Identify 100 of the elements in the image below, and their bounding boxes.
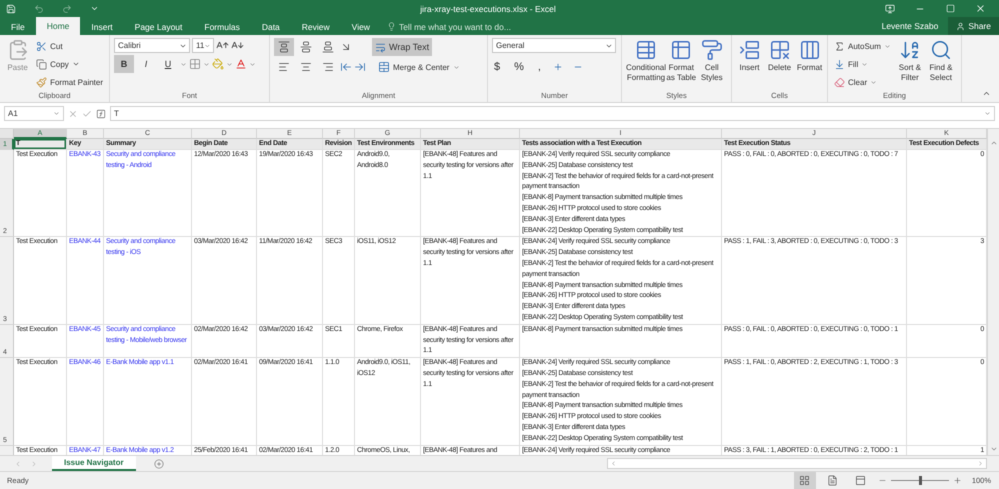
name-box[interactable]: A1 xyxy=(4,106,64,121)
increase-indent-icon xyxy=(354,61,366,73)
align-right-icon xyxy=(322,61,334,73)
vertical-scrollbar[interactable] xyxy=(987,129,999,455)
zoom-in-icon xyxy=(952,476,962,485)
cancel-icon xyxy=(68,108,78,118)
borders-icon xyxy=(189,58,201,70)
merge-cells-icon xyxy=(378,61,390,73)
ribbon-tab[interactable]: Data xyxy=(250,18,291,35)
styles-button[interactable]: Format as Table xyxy=(666,38,696,91)
sort-filter-icon xyxy=(898,39,921,61)
top-align-icon xyxy=(278,41,290,53)
scroll-right-icon xyxy=(30,460,38,468)
ribbon-tab[interactable]: Insert xyxy=(80,18,124,35)
middle-align-icon xyxy=(300,41,312,53)
delete-cells-icon xyxy=(768,39,790,61)
caret-icon xyxy=(72,60,80,68)
copy-button[interactable]: Copy xyxy=(34,56,105,72)
tell-me-search[interactable]: Tell me what you want to do... xyxy=(380,18,517,35)
enter-icon xyxy=(82,108,92,118)
vertical-align-button[interactable] xyxy=(274,38,294,56)
merge-center-button[interactable]: Merge & Center xyxy=(376,59,452,75)
fill-color-icon xyxy=(212,58,224,70)
formula-bar[interactable]: T xyxy=(110,106,995,121)
format-painter-button[interactable]: Format Painter xyxy=(34,74,105,90)
insert-cells-icon xyxy=(738,39,760,61)
scroll-left-icon xyxy=(14,460,22,468)
page-layout-icon xyxy=(827,475,838,486)
scroll-right-icon xyxy=(977,460,984,467)
conditional-formatting-icon xyxy=(635,39,657,61)
wrap-text-button[interactable]: Wrap Text xyxy=(372,38,432,56)
cut-button[interactable]: Cut xyxy=(34,38,105,54)
editing-button[interactable]: Sort & Filter xyxy=(896,38,924,91)
number-style-button[interactable]: $ xyxy=(492,59,502,75)
editing-button[interactable]: Find & Select xyxy=(926,38,955,91)
save-icon xyxy=(6,4,16,14)
user-name: Levente Szabo xyxy=(882,21,938,31)
format-cells-icon xyxy=(798,39,820,61)
cells-button[interactable]: Insert xyxy=(736,38,763,91)
caret-icon xyxy=(861,60,868,68)
font-color-icon xyxy=(235,58,247,70)
ribbon-tab[interactable]: File xyxy=(0,18,36,35)
ribbon-tab[interactable]: Home xyxy=(36,17,80,35)
cells-button[interactable]: Format xyxy=(796,38,823,91)
italic-button[interactable]: I xyxy=(136,55,156,73)
zoom-slider-thumb[interactable] xyxy=(918,476,922,485)
ribbon-tab[interactable]: Formulas xyxy=(193,18,251,35)
caret-icon xyxy=(180,60,187,68)
ribbon-display-icon xyxy=(885,4,895,14)
expand-icon xyxy=(984,110,991,117)
search-icon xyxy=(930,39,952,61)
bold-button[interactable]: B xyxy=(114,55,134,73)
caret-icon xyxy=(226,60,233,68)
view-button[interactable] xyxy=(794,472,816,489)
caret-icon xyxy=(249,60,256,68)
table-icon xyxy=(670,39,692,61)
scroll-down-icon xyxy=(990,445,998,453)
scissors-icon xyxy=(36,40,48,52)
caret-icon xyxy=(453,64,460,70)
number-format-dropdown[interactable]: General xyxy=(492,38,616,53)
fill-down-icon xyxy=(834,58,845,70)
wrap-text-icon xyxy=(375,42,386,52)
horizontal-scrollbar[interactable] xyxy=(607,458,987,469)
window-title: jira-xray-test-executions.xlsx - Excel xyxy=(420,4,556,14)
share-button[interactable]: Share xyxy=(948,17,999,35)
paintbrush-icon xyxy=(36,76,48,88)
person-icon xyxy=(956,22,966,30)
caret-icon xyxy=(203,60,210,68)
undo-icon xyxy=(34,4,44,14)
underline-button[interactable]: U xyxy=(158,55,178,73)
paint-roller-icon xyxy=(700,39,723,61)
scroll-left-icon xyxy=(610,460,617,467)
sheet-tab[interactable]: Issue Navigator xyxy=(52,456,136,471)
eraser-icon xyxy=(834,76,845,88)
fill-button[interactable]: Fill xyxy=(832,56,893,72)
caret-icon xyxy=(884,42,891,50)
number-style-button[interactable]: , xyxy=(536,59,543,75)
maximize-icon xyxy=(946,4,954,13)
ribbon-tab[interactable]: Review xyxy=(290,18,341,35)
styles-button[interactable]: Cell Styles xyxy=(696,38,727,91)
ribbon-tab[interactable]: View xyxy=(340,18,381,35)
bottom-align-icon xyxy=(322,41,334,53)
align-left-icon xyxy=(278,61,290,73)
autosum-button[interactable]: AutoSum xyxy=(832,38,893,54)
close-icon xyxy=(974,3,986,14)
caret-icon xyxy=(53,110,60,117)
decrease-indent-icon xyxy=(340,61,352,73)
scroll-up-icon xyxy=(990,139,998,147)
styles-button[interactable]: Conditional Formatting xyxy=(626,38,666,91)
font-name-dropdown[interactable]: Calibri xyxy=(114,38,190,53)
cells-button[interactable]: Delete xyxy=(766,38,793,91)
caret-icon xyxy=(870,78,878,86)
font-size-dropdown[interactable]: 11 xyxy=(192,38,214,53)
collapse-ribbon-icon xyxy=(982,89,991,98)
page-break-icon xyxy=(855,475,866,486)
number-style-button[interactable]: % xyxy=(512,59,526,75)
ribbon-tab[interactable]: Page Layout xyxy=(124,18,194,35)
insert-function-icon xyxy=(96,108,106,118)
add-sheet-icon xyxy=(154,458,164,468)
clear-button[interactable]: Clear xyxy=(832,74,893,90)
